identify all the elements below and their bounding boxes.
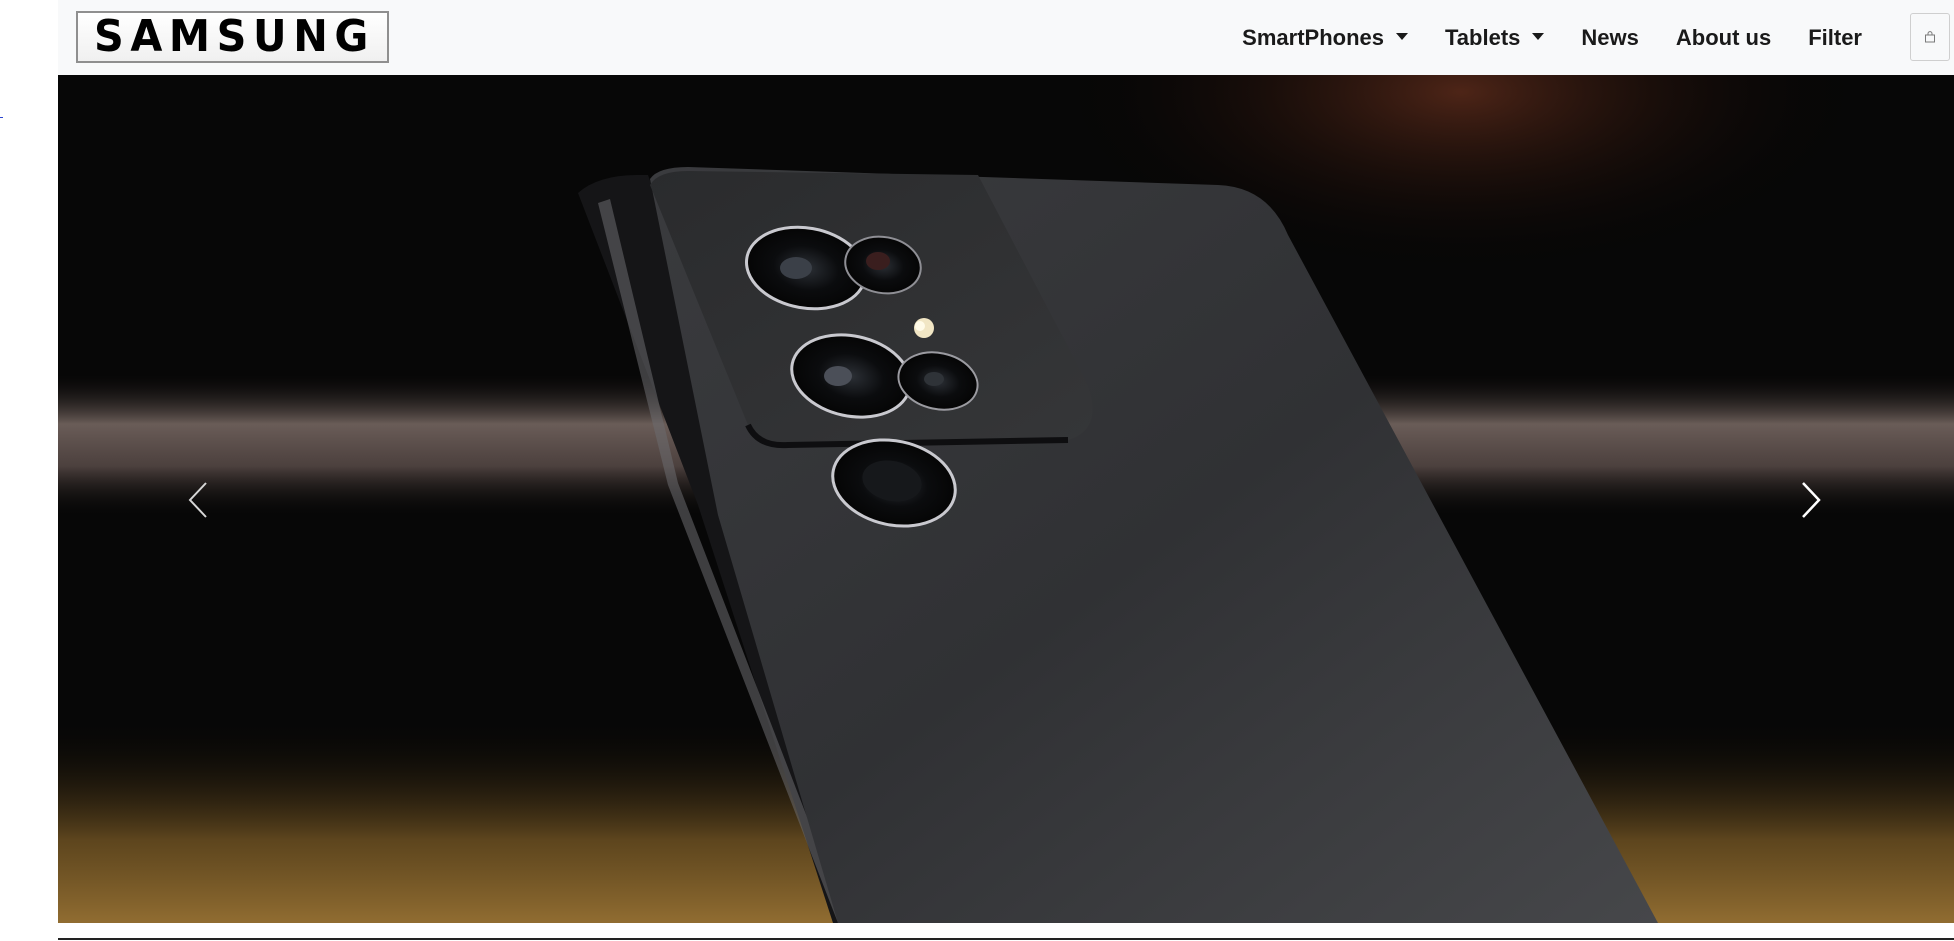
nav-item-label: About us (1675, 24, 1772, 50)
chevron-left-icon (188, 482, 207, 518)
caret-down-icon (1532, 32, 1545, 40)
navbar: SAMSUNG SmartPhones Tablets News About u… (58, 0, 1954, 75)
nav-item-label: Tablets (1445, 24, 1521, 50)
nav-menu: SmartPhones Tablets News About us Filter (1242, 0, 1862, 75)
nav-item-about-us[interactable]: About us (1676, 25, 1771, 51)
stray-link-mark (0, 117, 3, 118)
shopping-bag-icon (1925, 31, 1935, 43)
nav-item-smartphones[interactable]: SmartPhones (1242, 25, 1408, 51)
nav-item-label: SmartPhones (1242, 24, 1384, 50)
carousel-prev-button[interactable] (158, 455, 238, 545)
caret-down-icon (1396, 32, 1408, 40)
nav-item-filter[interactable]: Filter (1808, 25, 1862, 51)
nav-item-tablets[interactable]: Tablets (1445, 24, 1545, 51)
cart-button[interactable] (1910, 13, 1950, 61)
nav-item-label: Filter (1808, 24, 1862, 50)
hero-carousel (58, 75, 1954, 923)
brand-logo[interactable]: SAMSUNG (76, 11, 389, 63)
carousel-next-button[interactable] (1771, 455, 1851, 545)
nav-item-news[interactable]: News (1581, 25, 1638, 51)
phone-rear-camera-image (58, 75, 1954, 923)
brand-logo-text: SAMSUNG (94, 11, 375, 62)
content-divider (58, 938, 1954, 940)
nav-item-label: News (1581, 24, 1639, 50)
chevron-right-icon (1802, 482, 1821, 518)
page: SAMSUNG SmartPhones Tablets News About u… (0, 0, 1954, 941)
